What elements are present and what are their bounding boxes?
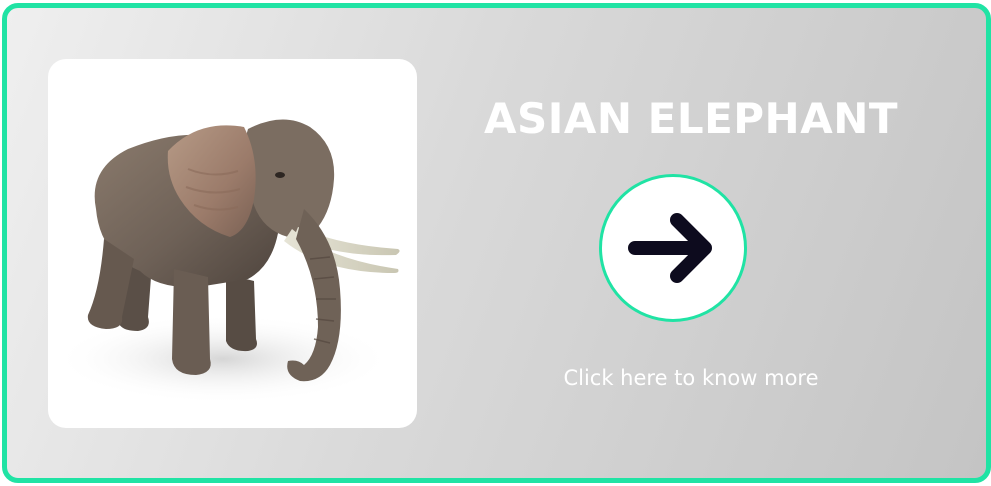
elephant-illustration	[53, 119, 400, 404]
elephant-image	[48, 59, 417, 428]
know-more-link[interactable]: Click here to know more	[447, 364, 935, 392]
animal-card[interactable]: ASIAN ELEPHANT Click here to know more	[2, 3, 991, 483]
arrow-right-icon	[628, 213, 712, 283]
page-title: ASIAN ELEPHANT	[483, 94, 899, 143]
know-more-button[interactable]	[599, 174, 747, 322]
